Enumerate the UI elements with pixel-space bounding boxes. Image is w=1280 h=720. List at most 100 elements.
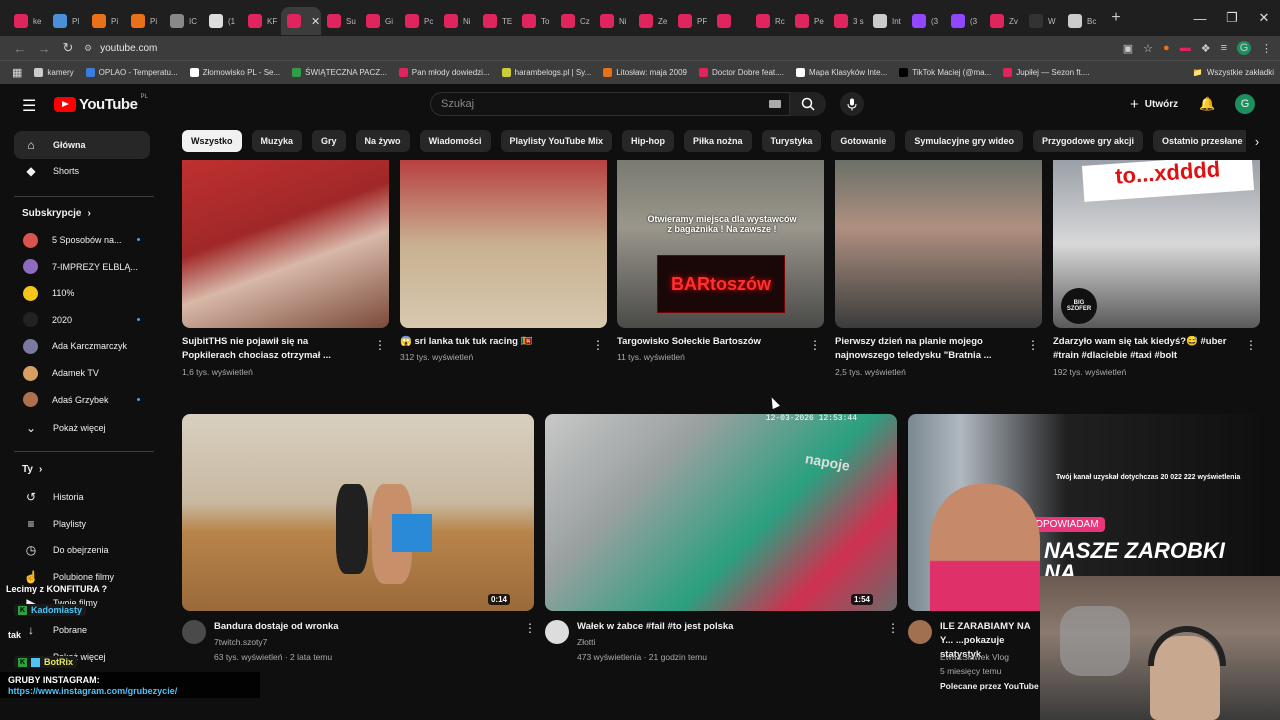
sidebar-subscription[interactable]: Ada Karczmarczyk bbox=[14, 332, 150, 360]
more-actions-icon[interactable]: ⋮ bbox=[374, 338, 386, 352]
filter-chip[interactable]: Ostatnio przesłane bbox=[1153, 130, 1252, 152]
channel-name[interactable]: Ewa&Sławek Vlog bbox=[940, 650, 1009, 664]
channel-avatar[interactable] bbox=[908, 620, 932, 644]
more-actions-icon[interactable]: ⋮ bbox=[1027, 338, 1039, 352]
notifications-bell-icon[interactable]: 🔔 bbox=[1199, 96, 1215, 112]
video-thumbnail[interactable] bbox=[835, 160, 1042, 328]
url-field[interactable]: ⚙ youtube.com bbox=[84, 36, 1096, 60]
extension-icon[interactable]: ▬ bbox=[1180, 42, 1191, 54]
browser-tab[interactable]: (1 bbox=[203, 7, 242, 35]
all-bookmarks[interactable]: 📁 Wszystkie zakładki bbox=[1193, 60, 1274, 84]
browser-tab[interactable]: Pl bbox=[47, 7, 86, 35]
browser-tab[interactable]: To bbox=[516, 7, 555, 35]
bookmark-star-icon[interactable]: ☆ bbox=[1143, 42, 1153, 55]
channel-name[interactable]: Złotti bbox=[577, 635, 595, 649]
browser-tab[interactable]: ✕ bbox=[281, 7, 321, 35]
filter-chip[interactable]: Gotowanie bbox=[831, 130, 896, 152]
browser-tab[interactable]: Cz bbox=[555, 7, 594, 35]
sidebar-subscription[interactable]: Adamek TV bbox=[14, 359, 150, 387]
hamburger-menu-icon[interactable]: ☰ bbox=[22, 96, 36, 116]
video-title[interactable]: Zdarzyło wam się tak kiedyś?😅 #uber #tra… bbox=[1053, 335, 1233, 363]
media-icon[interactable]: ≡ bbox=[1221, 42, 1227, 54]
video-thumbnail[interactable]: to...xdddd BIG SZOFER bbox=[1053, 160, 1260, 328]
browser-tab[interactable]: PF bbox=[672, 7, 711, 35]
browser-tab[interactable]: KF bbox=[242, 7, 281, 35]
browser-tab[interactable]: Ni bbox=[438, 7, 477, 35]
bookmark-item[interactable]: Pan młody dowiedzi... bbox=[398, 68, 490, 77]
create-button[interactable]: + Utwórz bbox=[1124, 92, 1184, 116]
browser-tab[interactable]: Pc bbox=[399, 7, 438, 35]
search-button[interactable] bbox=[790, 92, 826, 116]
bookmark-item[interactable]: TikTok Maciej (@ma... bbox=[899, 68, 991, 77]
bookmark-item[interactable]: harambelogs.pl | Sy... bbox=[501, 68, 591, 77]
bookmark-item[interactable]: Doctor Dobre feat.... bbox=[698, 68, 784, 77]
video-title[interactable]: Wałek w żabce #fail #to jest polska bbox=[577, 620, 877, 634]
browser-tab[interactable]: 3 s bbox=[828, 7, 867, 35]
sidebar-subscription[interactable]: 7-IMPREZY ELBLĄ... bbox=[14, 253, 150, 281]
channel-avatar[interactable] bbox=[545, 620, 569, 644]
browser-tab[interactable]: Bc bbox=[1062, 7, 1101, 35]
browser-tab[interactable]: Pe bbox=[789, 7, 828, 35]
sidebar-subscription[interactable]: 2020 bbox=[14, 306, 150, 334]
browser-tab[interactable]: Rc bbox=[750, 7, 789, 35]
video-title[interactable]: Targowisko Sołeckie Bartoszów bbox=[617, 335, 797, 349]
site-info-icon[interactable]: ⚙ bbox=[84, 43, 92, 54]
search-input[interactable]: Szukaj bbox=[430, 92, 790, 116]
filter-chip[interactable]: Wszystko bbox=[182, 130, 242, 152]
apps-grid-icon[interactable]: ▦ bbox=[12, 66, 22, 79]
sidebar-show-more[interactable]: ⌄ Pokaż więcej bbox=[14, 414, 150, 442]
minimize-icon[interactable]: — bbox=[1184, 0, 1216, 36]
browser-tab[interactable]: W bbox=[1023, 7, 1062, 35]
voice-search-button[interactable] bbox=[840, 92, 864, 116]
browser-tab[interactable]: Su bbox=[321, 7, 360, 35]
you-header[interactable]: Ty › bbox=[22, 464, 42, 475]
tab-close-icon[interactable]: ✕ bbox=[311, 15, 320, 28]
more-actions-icon[interactable]: ⋮ bbox=[887, 621, 899, 635]
browser-tab[interactable]: Ni bbox=[594, 7, 633, 35]
video-thumbnail[interactable]: Otwieramy miejsca dla wystawców z bagażn… bbox=[617, 160, 824, 328]
bookmark-item[interactable]: OPLAO - Temperatu... bbox=[85, 68, 178, 77]
install-icon[interactable]: ▣ bbox=[1123, 42, 1133, 55]
bookmark-item[interactable]: Litosław: maja 2009 bbox=[603, 68, 687, 77]
account-avatar[interactable]: G bbox=[1235, 94, 1255, 114]
browser-tab[interactable]: Pi bbox=[125, 7, 164, 35]
filter-chip[interactable]: Przygodowe gry akcji bbox=[1032, 130, 1143, 152]
sidebar-item-shorts[interactable]: ◆ Shorts bbox=[14, 157, 150, 185]
youtube-logo[interactable]: YouTube PL bbox=[54, 94, 148, 113]
more-actions-icon[interactable]: ⋮ bbox=[1245, 338, 1257, 352]
profile-avatar[interactable]: G bbox=[1237, 41, 1251, 55]
filter-chip[interactable]: Wiadomości bbox=[419, 130, 491, 152]
filter-chip[interactable]: Symulacyjne gry wideo bbox=[905, 130, 1023, 152]
subscriptions-header[interactable]: Subskrypcje › bbox=[22, 208, 91, 219]
menu-icon[interactable]: ⋮ bbox=[1261, 42, 1272, 55]
new-tab-icon[interactable]: + bbox=[1101, 9, 1131, 27]
video-thumbnail[interactable]: 1:54 12-03-2026 12:53:44 napoje bbox=[545, 414, 897, 611]
extensions-puzzle-icon[interactable]: ❖ bbox=[1201, 42, 1211, 55]
browser-tab[interactable]: Gi bbox=[360, 7, 399, 35]
filter-chip[interactable]: Playlisty YouTube Mix bbox=[500, 130, 613, 152]
video-thumbnail[interactable] bbox=[182, 160, 389, 328]
filter-chip[interactable]: Na żywo bbox=[355, 130, 410, 152]
sidebar-item[interactable]: ◷ Do obejrzenia bbox=[14, 536, 150, 564]
filter-chip[interactable]: Turystyka bbox=[761, 130, 822, 152]
bookmark-item[interactable]: ŚWIĄTECZNA PACZ... bbox=[292, 68, 387, 77]
video-thumbnail[interactable] bbox=[400, 160, 607, 328]
browser-tab[interactable]: Pi bbox=[86, 7, 125, 35]
forward-icon[interactable]: → bbox=[32, 41, 56, 56]
browser-tab[interactable]: (3 bbox=[945, 7, 984, 35]
browser-tab[interactable]: Int bbox=[867, 7, 906, 35]
browser-tab[interactable]: IC bbox=[164, 7, 203, 35]
video-title[interactable]: SujbitTHS nie pojawił się na Popkilerach… bbox=[182, 335, 362, 363]
more-actions-icon[interactable]: ⋮ bbox=[809, 338, 821, 352]
keyboard-icon[interactable] bbox=[769, 100, 781, 108]
video-title[interactable]: Pierwszy dzień na planie mojego najnowsz… bbox=[835, 335, 1015, 363]
extension-icon[interactable]: ● bbox=[1163, 42, 1170, 54]
sidebar-item[interactable]: ≡ Playlisty bbox=[14, 510, 150, 538]
filter-chip[interactable]: Hip-hop bbox=[622, 130, 675, 152]
video-title[interactable]: 😱 sri lanka tuk tuk racing 🇱🇰 bbox=[400, 335, 580, 349]
browser-tab[interactable]: Zv bbox=[984, 7, 1023, 35]
bookmark-item[interactable]: Złomowisko PL - Se... bbox=[189, 68, 280, 77]
maximize-icon[interactable]: ❐ bbox=[1216, 0, 1248, 36]
more-actions-icon[interactable]: ⋮ bbox=[524, 621, 536, 635]
reload-icon[interactable]: ↻ bbox=[56, 40, 80, 56]
